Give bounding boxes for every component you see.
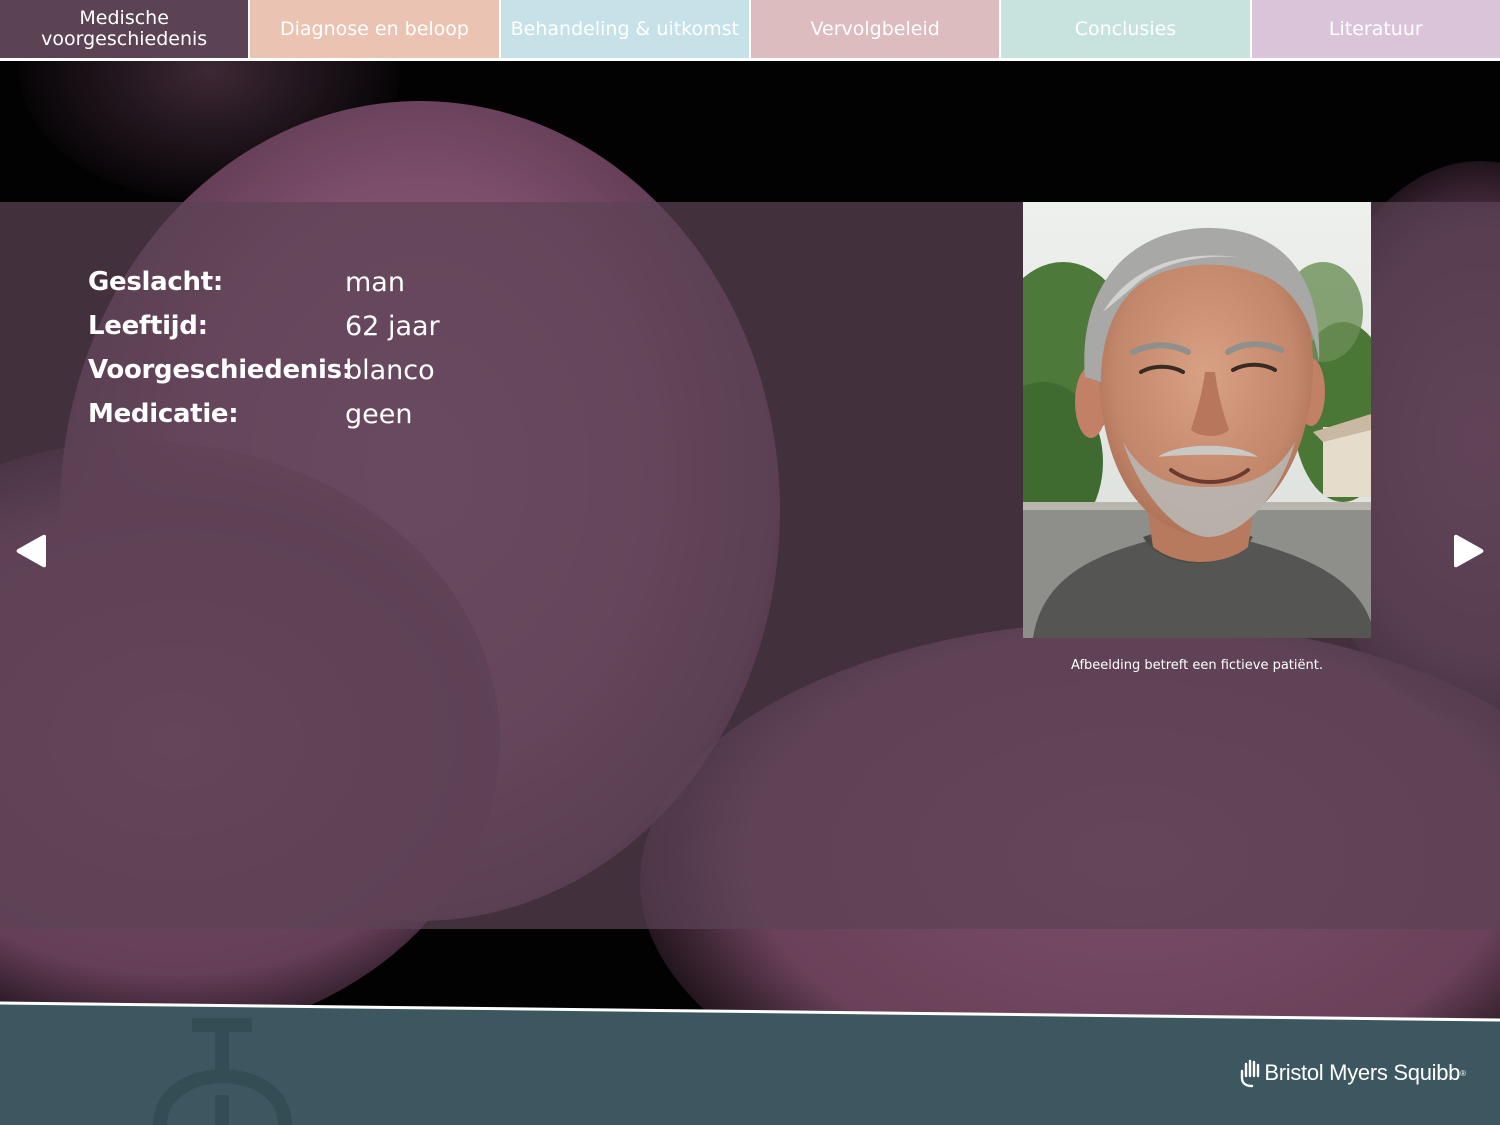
fact-row-voorgeschiedenis: Voorgeschiedenis: blanco	[88, 348, 440, 392]
fact-value: 62 jaar	[345, 310, 440, 342]
hand-logo-icon	[1241, 1059, 1260, 1088]
patient-facts: Geslacht: man Leeftijd: 62 jaar Voorgesc…	[88, 260, 440, 436]
fact-label: Medicatie:	[88, 399, 239, 429]
brand-name: Bristol Myers Squibb	[1264, 1060, 1461, 1085]
tab-behandeling-uitkomst[interactable]: Behandeling & uitkomst	[500, 0, 751, 58]
brand-logo: Bristol Myers Squibb ®	[1238, 1058, 1466, 1088]
tab-medische-voorgeschiedenis[interactable]: Medische voorgeschiedenis	[0, 0, 251, 58]
tab-literatuur[interactable]: Literatuur	[1251, 0, 1500, 58]
section-tabs: Medische voorgeschiedenis Diagnose en be…	[0, 0, 1500, 58]
tab-label: Behandeling & uitkomst	[510, 17, 739, 40]
fact-value: geen	[345, 398, 413, 430]
registered-mark: ®	[1460, 1068, 1466, 1078]
patient-photo	[1023, 202, 1371, 638]
fact-label: Geslacht:	[88, 267, 223, 297]
tab-label: Medische voorgeschiedenis	[41, 7, 208, 50]
previous-button[interactable]	[13, 532, 47, 570]
photo-caption: Afbeelding betreft een fictieve patiënt.	[1071, 658, 1323, 673]
arrow-left-icon	[16, 534, 46, 568]
arrow-right-icon	[1454, 534, 1484, 568]
fact-value: blanco	[345, 354, 435, 386]
tab-diagnose-en-beloop[interactable]: Diagnose en beloop	[250, 0, 501, 58]
fact-value: man	[345, 266, 405, 298]
tab-label: Diagnose en beloop	[279, 17, 469, 40]
fact-label: Leeftijd:	[88, 311, 208, 341]
tab-label: Conclusies	[1074, 17, 1177, 40]
tab-label: Vervolgbeleid	[810, 17, 940, 40]
fact-row-geslacht: Geslacht: man	[88, 260, 440, 304]
fact-label: Voorgeschiedenis:	[88, 355, 352, 385]
next-button[interactable]	[1453, 532, 1487, 570]
tab-conclusies[interactable]: Conclusies	[1001, 0, 1252, 58]
tab-label: Literatuur	[1328, 17, 1423, 40]
fact-row-leeftijd: Leeftijd: 62 jaar	[88, 304, 440, 348]
tab-vervolgbeleid[interactable]: Vervolgbeleid	[750, 0, 1002, 58]
fact-row-medicatie: Medicatie: geen	[88, 392, 440, 436]
